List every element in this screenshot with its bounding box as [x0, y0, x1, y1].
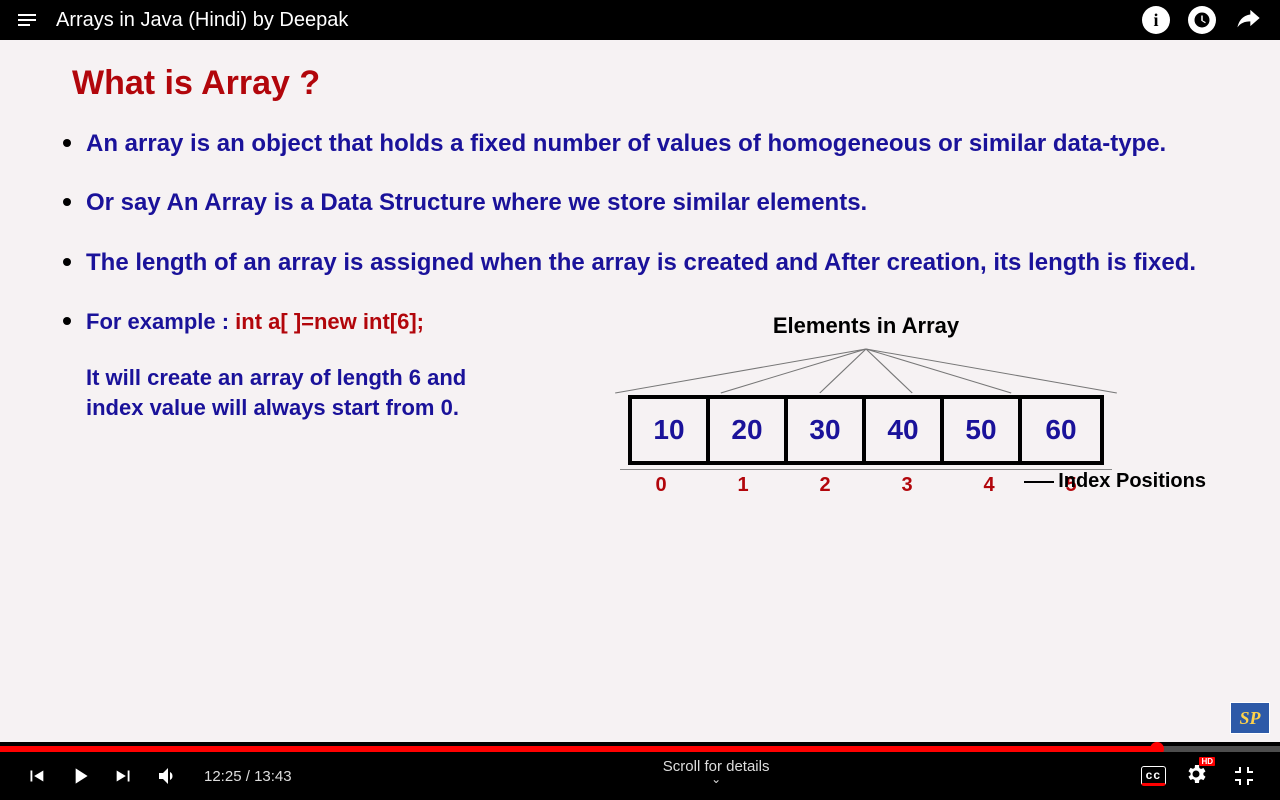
index-label: 2 [784, 470, 866, 499]
bullet-item: The length of an array is assigned when … [86, 244, 1210, 279]
exit-fullscreen-button[interactable] [1226, 758, 1262, 794]
settings-button[interactable]: HD [1184, 762, 1208, 791]
share-button[interactable] [1234, 4, 1262, 37]
time-display: 12:25 / 13:43 [204, 768, 292, 785]
index-label: 3 [866, 470, 948, 499]
index-label: 0 [620, 470, 702, 499]
array-cell: 20 [710, 399, 788, 461]
info-card-button[interactable]: i [1142, 6, 1170, 34]
bullet-item: An array is an object that holds a fixed… [86, 125, 1210, 160]
volume-button[interactable] [150, 758, 186, 794]
array-cells: 10 20 30 40 50 60 [628, 395, 1104, 465]
slide-heading: What is Array ? [72, 64, 1210, 103]
index-label: 4 [948, 470, 1030, 499]
diagram-title: Elements in Array [536, 311, 1196, 341]
subtitles-button[interactable]: cc [1141, 766, 1166, 786]
bullet-list: An array is an object that holds a fixed… [46, 125, 1210, 499]
array-cell: 30 [788, 399, 866, 461]
time-current: 12:25 [204, 768, 242, 785]
chevron-down-icon: ⌄ [663, 775, 770, 783]
top-right-controls: i [1142, 4, 1262, 37]
video-stage[interactable]: What is Array ? An array is an object th… [0, 40, 1280, 742]
array-cell: 10 [632, 399, 710, 461]
example-intro: For example : int a[ ]=new int[6]; [86, 307, 506, 337]
index-positions-label: Index Positions [1024, 468, 1206, 495]
watch-later-button[interactable] [1188, 6, 1216, 34]
playlist-icon[interactable] [18, 10, 38, 30]
array-cell: 50 [944, 399, 1022, 461]
player-controls: 12:25 / 13:43 Scroll for details ⌄ cc HD [0, 752, 1280, 800]
slide-content: What is Array ? An array is an object th… [0, 40, 1280, 742]
array-cell: 40 [866, 399, 944, 461]
previous-button[interactable] [18, 758, 54, 794]
video-title[interactable]: Arrays in Java (Hindi) by Deepak [56, 9, 1142, 32]
array-cell: 60 [1022, 399, 1100, 461]
example-desc: It will create an array of length 6 and … [86, 363, 506, 422]
next-button[interactable] [106, 758, 142, 794]
hd-badge: HD [1199, 757, 1215, 766]
time-total: 13:43 [254, 768, 292, 785]
play-button[interactable] [62, 758, 98, 794]
channel-logo: SP [1230, 702, 1270, 734]
right-controls: cc HD [1141, 758, 1262, 794]
index-label: 1 [702, 470, 784, 499]
bullet-item: Or say An Array is a Data Structure wher… [86, 184, 1210, 219]
top-bar: Arrays in Java (Hindi) by Deepak i [0, 0, 1280, 40]
array-diagram: Elements in Array [536, 307, 1196, 499]
bullet-item-example: For example : int a[ ]=new int[6]; It wi… [86, 303, 1210, 499]
video-player: Arrays in Java (Hindi) by Deepak i What … [0, 0, 1280, 800]
scroll-for-details[interactable]: Scroll for details ⌄ [663, 758, 770, 783]
